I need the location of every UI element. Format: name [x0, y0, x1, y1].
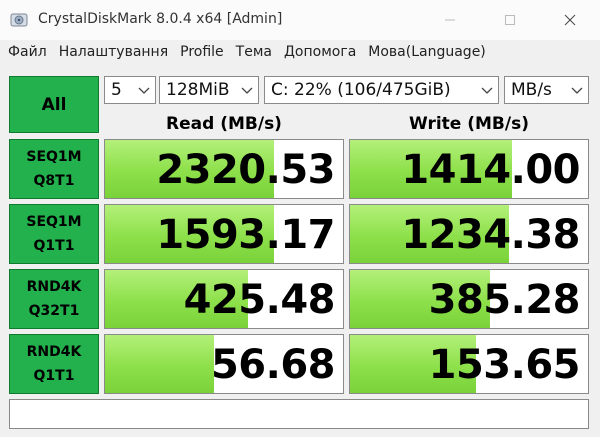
menu-file[interactable]: Файл — [8, 44, 47, 60]
write-value: 385.28 — [428, 277, 581, 323]
maximize-icon — [505, 15, 515, 25]
read-result-rnd4k-q32t1: 425.48 — [104, 269, 344, 329]
read-column-header: Read (MB/s) — [166, 114, 282, 134]
write-column-header: Write (MB/s) — [409, 114, 529, 134]
test-params: Q1T1 — [33, 368, 75, 384]
read-result-seq1m-q1t1: 1593.17 — [104, 204, 344, 264]
test-size-select[interactable]: 128MiB — [159, 76, 259, 104]
menu-bar: Файл Налаштування Profile Тема Допомога … — [0, 40, 600, 64]
test-params: Q32T1 — [28, 303, 80, 319]
run-all-button[interactable]: All — [9, 76, 99, 133]
write-result-seq1m-q1t1: 1234.38 — [349, 204, 589, 264]
chevron-down-icon — [138, 87, 150, 94]
title-bar: CrystalDiskMark 8.0.4 x64 [Admin] — [0, 0, 600, 40]
minimize-button[interactable] — [427, 0, 473, 40]
test-size-value: 128MiB — [166, 80, 230, 100]
window-title: CrystalDiskMark 8.0.4 x64 [Admin] — [38, 11, 283, 27]
read-value: 425.48 — [183, 277, 336, 323]
test-params: Q8T1 — [33, 173, 75, 189]
menu-help[interactable]: Допомога — [284, 44, 356, 60]
test-name: SEQ1M — [26, 149, 82, 165]
write-result-seq1m-q8t1: 1414.00 — [349, 139, 589, 199]
write-value: 1414.00 — [401, 147, 580, 193]
menu-language[interactable]: Мова(Language) — [368, 44, 486, 60]
close-button[interactable] — [547, 0, 593, 40]
chevron-down-icon — [481, 87, 493, 94]
chevron-down-icon — [571, 87, 583, 94]
read-value: 2320.53 — [156, 147, 335, 193]
read-result-seq1m-q8t1: 2320.53 — [104, 139, 344, 199]
read-value: 1593.17 — [156, 212, 335, 258]
test-count-value: 5 — [111, 80, 122, 100]
maximize-button[interactable] — [487, 0, 533, 40]
drive-value: C: 22% (106/475GiB) — [271, 80, 451, 100]
menu-settings[interactable]: Налаштування — [59, 44, 168, 60]
menu-profile[interactable]: Profile — [180, 44, 224, 60]
test-button-seq1m-q1t1[interactable]: SEQ1M Q1T1 — [9, 204, 99, 264]
test-button-rnd4k-q1t1[interactable]: RND4K Q1T1 — [9, 334, 99, 394]
crystaldiskmark-window: CrystalDiskMark 8.0.4 x64 [Admin] Файл Н… — [0, 0, 600, 437]
app-disk-icon — [10, 13, 28, 27]
write-result-rnd4k-q1t1: 153.65 — [349, 334, 589, 394]
test-button-seq1m-q8t1[interactable]: SEQ1M Q8T1 — [9, 139, 99, 199]
chevron-down-icon — [241, 87, 253, 94]
test-count-select[interactable]: 5 — [104, 76, 156, 104]
test-button-rnd4k-q32t1[interactable]: RND4K Q32T1 — [9, 269, 99, 329]
minimize-icon — [445, 19, 455, 21]
test-name: RND4K — [26, 279, 82, 295]
test-name: SEQ1M — [26, 214, 82, 230]
test-name: RND4K — [26, 344, 82, 360]
unit-select[interactable]: MB/s — [504, 76, 589, 104]
write-value: 1234.38 — [401, 212, 580, 258]
menu-theme[interactable]: Тема — [236, 44, 272, 60]
read-result-rnd4k-q1t1: 56.68 — [104, 334, 344, 394]
write-result-rnd4k-q32t1: 385.28 — [349, 269, 589, 329]
read-progress-bar — [105, 335, 215, 393]
write-value: 153.65 — [428, 342, 581, 388]
read-value: 56.68 — [210, 342, 336, 388]
close-icon — [564, 14, 576, 26]
test-params: Q1T1 — [33, 238, 75, 254]
unit-value: MB/s — [511, 80, 552, 100]
comment-field[interactable] — [9, 399, 589, 429]
drive-select[interactable]: C: 22% (106/475GiB) — [264, 76, 499, 104]
